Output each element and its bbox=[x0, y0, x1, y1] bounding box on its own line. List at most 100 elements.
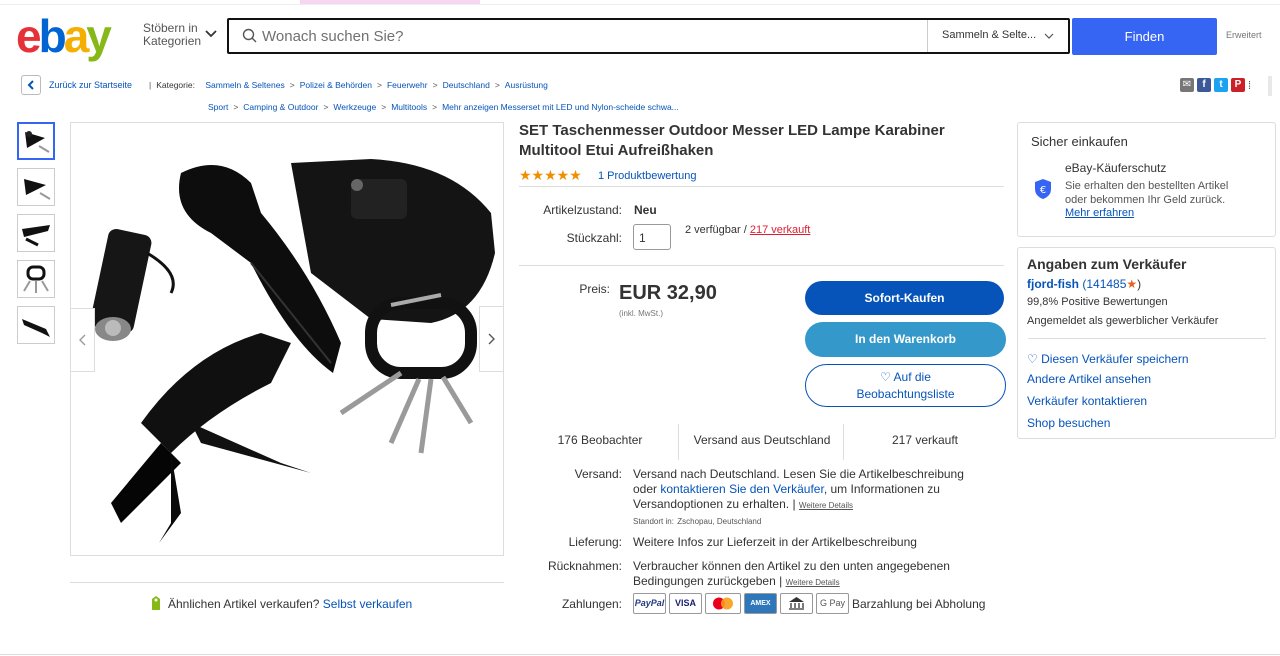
feedback-score[interactable]: (141485 bbox=[1082, 277, 1126, 291]
save-seller-link[interactable]: ♡ Diesen Verkäufer speichern bbox=[1027, 352, 1189, 366]
knife-thumbnail-image bbox=[22, 225, 50, 247]
category-label: Kategorie: bbox=[156, 80, 195, 90]
panel-title: Sicher einkaufen bbox=[1031, 134, 1128, 149]
knife-set-photo bbox=[90, 159, 495, 543]
add-to-watchlist-button[interactable]: ♡ Auf die Beobachtungsliste bbox=[805, 364, 1006, 407]
add-to-cart-button[interactable]: In den Warenkorb bbox=[805, 322, 1006, 357]
image-thumbnail[interactable] bbox=[17, 260, 55, 298]
breadcrumb-item[interactable]: Sammeln & Seltenes bbox=[205, 80, 284, 90]
breadcrumb-item[interactable]: Sport bbox=[208, 102, 228, 112]
image-thumbnail[interactable] bbox=[17, 214, 55, 252]
divider bbox=[70, 582, 504, 583]
price-label: Preis: bbox=[579, 282, 610, 296]
chevron-down-icon[interactable] bbox=[204, 27, 218, 41]
breadcrumb-item[interactable]: Polizei & Behörden bbox=[300, 80, 372, 90]
payments-label: Zahlungen: bbox=[561, 597, 622, 611]
scrollbar[interactable] bbox=[1268, 76, 1272, 96]
back-button[interactable] bbox=[21, 75, 41, 95]
breadcrumb-item[interactable]: Ausrüstung bbox=[505, 80, 548, 90]
seller-name-link[interactable]: fjord-fish bbox=[1027, 277, 1079, 291]
back-to-home-link[interactable]: Zurück zur Startseite bbox=[49, 80, 132, 90]
heart-icon: ♡ bbox=[1027, 352, 1038, 366]
facebook-icon[interactable]: f bbox=[1197, 78, 1211, 92]
euro-shield-icon: € bbox=[1035, 179, 1051, 199]
product-title: SET Taschenmesser Outdoor Messer LED Lam… bbox=[519, 122, 945, 159]
divider bbox=[1028, 338, 1266, 339]
email-icon[interactable]: ✉ bbox=[1180, 78, 1194, 92]
delivery-text: Weitere Infos zur Lieferzeit in der Arti… bbox=[633, 535, 917, 549]
image-thumbnail[interactable] bbox=[17, 306, 55, 344]
condition-value: Neu bbox=[634, 203, 657, 217]
rating-stars: ★★★★★ bbox=[519, 167, 582, 183]
shipping-line1: Versand nach Deutschland. Lesen Sie die … bbox=[633, 467, 964, 481]
seller-type: Angemeldet als gewerblicher Verkäufer bbox=[1027, 315, 1219, 327]
search-input[interactable] bbox=[262, 22, 922, 50]
breadcrumb-item[interactable]: Camping & Outdoor bbox=[243, 102, 318, 112]
returns-line2: Bedingungen zurückgeben | Weitere Detail… bbox=[633, 574, 840, 588]
divider bbox=[519, 265, 1004, 266]
watch-label-line1: ♡ Auf die bbox=[880, 370, 931, 384]
seller-title: Angaben zum Verkäufer bbox=[1027, 256, 1187, 272]
watch-label-line2: Beobachtungsliste bbox=[856, 387, 955, 401]
reviews-link[interactable]: 1 Produktbewertung bbox=[598, 170, 696, 182]
sold-link[interactable]: 217 verkauft bbox=[750, 224, 811, 236]
watchers-count: 176 Beobachter bbox=[557, 433, 643, 447]
mastercard-icon bbox=[705, 593, 741, 614]
other-items-link[interactable]: Andere Artikel ansehen bbox=[1027, 372, 1151, 386]
item-location: Standort in: Zschopau, Deutschland bbox=[633, 517, 762, 526]
knife-set-thumbnail-image bbox=[25, 131, 50, 153]
learn-more-link[interactable]: Mehr erfahren bbox=[1065, 207, 1134, 219]
quantity-input[interactable]: 1 bbox=[633, 224, 671, 250]
knife-thumbnail-image bbox=[22, 319, 50, 337]
pickup-payment: Barzahlung bei Abholung bbox=[852, 597, 986, 611]
sell-question: Ähnlichen Artikel verkaufen? bbox=[168, 597, 320, 611]
amex-icon: AMEX bbox=[744, 593, 777, 614]
next-image-button[interactable] bbox=[479, 306, 504, 372]
returns-line1: Verbraucher können den Artikel zu den un… bbox=[633, 559, 950, 573]
advanced-search-link[interactable]: Erweitert bbox=[1226, 30, 1262, 40]
chevron-left-icon bbox=[27, 80, 34, 90]
returns-info: Verbraucher können den Artikel zu den un… bbox=[633, 559, 983, 590]
returns-label: Rücknahmen: bbox=[547, 559, 622, 573]
contact-seller-link[interactable]: Verkäufer kontaktieren bbox=[1027, 394, 1147, 408]
breadcrumb-item[interactable]: Mehr anzeigen Messerset mit LED und Nylo… bbox=[442, 102, 679, 112]
returns-details-link[interactable]: Weitere Details bbox=[786, 578, 840, 587]
svg-text:€: € bbox=[1040, 185, 1046, 196]
share-icons: ✉ f t P ⁞ bbox=[1180, 78, 1251, 94]
shipping-details-link[interactable]: Weitere Details bbox=[799, 501, 853, 510]
search-icon bbox=[242, 28, 257, 43]
more-icon[interactable]: ⁞ bbox=[1248, 80, 1251, 92]
image-thumbnail[interactable] bbox=[17, 122, 55, 160]
top-divider bbox=[0, 4, 1280, 5]
previous-image-button[interactable] bbox=[70, 308, 95, 372]
bank-transfer-icon bbox=[780, 593, 813, 614]
find-button[interactable]: Finden bbox=[1072, 18, 1217, 55]
contact-seller-link[interactable]: kontaktieren Sie den Verkäufer bbox=[660, 482, 823, 496]
image-thumbnail[interactable] bbox=[17, 168, 55, 206]
buy-now-button[interactable]: Sofort-Kaufen bbox=[805, 281, 1004, 315]
visa-icon: VISA bbox=[669, 593, 702, 614]
pinterest-icon[interactable]: P bbox=[1231, 78, 1245, 92]
breadcrumb: Sport > Camping & Outdoor > Werkzeuge > Multit… bbox=[208, 102, 679, 112]
vat-note: (inkl. MwSt.) bbox=[619, 309, 663, 318]
knife-set-thumbnail-image bbox=[24, 179, 51, 200]
divider bbox=[519, 186, 1004, 187]
breadcrumb-item[interactable]: Multitools bbox=[391, 102, 427, 112]
breadcrumb-item[interactable]: Werkzeuge bbox=[333, 102, 376, 112]
sell-yourself-link[interactable]: Selbst verkaufen bbox=[323, 597, 412, 611]
breadcrumb-item[interactable]: Deutschland bbox=[443, 80, 490, 90]
chevron-left-icon bbox=[79, 334, 86, 346]
sell-similar: Ähnlichen Artikel verkaufen? Selbst verk… bbox=[168, 597, 412, 611]
twitter-icon[interactable]: t bbox=[1214, 78, 1228, 92]
main-product-image[interactable] bbox=[70, 122, 504, 556]
ebay-logo[interactable]: ebay bbox=[16, 12, 120, 60]
condition-label: Artikelzustand: bbox=[543, 203, 622, 217]
breadcrumb-item[interactable]: Feuerwehr bbox=[387, 80, 428, 90]
shipping-line2: oder kontaktieren Sie den Verkäufer, um … bbox=[633, 482, 940, 496]
divider bbox=[843, 424, 844, 460]
divider bbox=[678, 424, 679, 460]
protection-subtitle: eBay-Käuferschutz bbox=[1065, 161, 1167, 175]
visit-shop-link[interactable]: Shop besuchen bbox=[1027, 416, 1110, 430]
delivery-label: Lieferung: bbox=[568, 535, 622, 549]
positive-feedback: 99,8% Positive Bewertungen bbox=[1027, 296, 1168, 308]
